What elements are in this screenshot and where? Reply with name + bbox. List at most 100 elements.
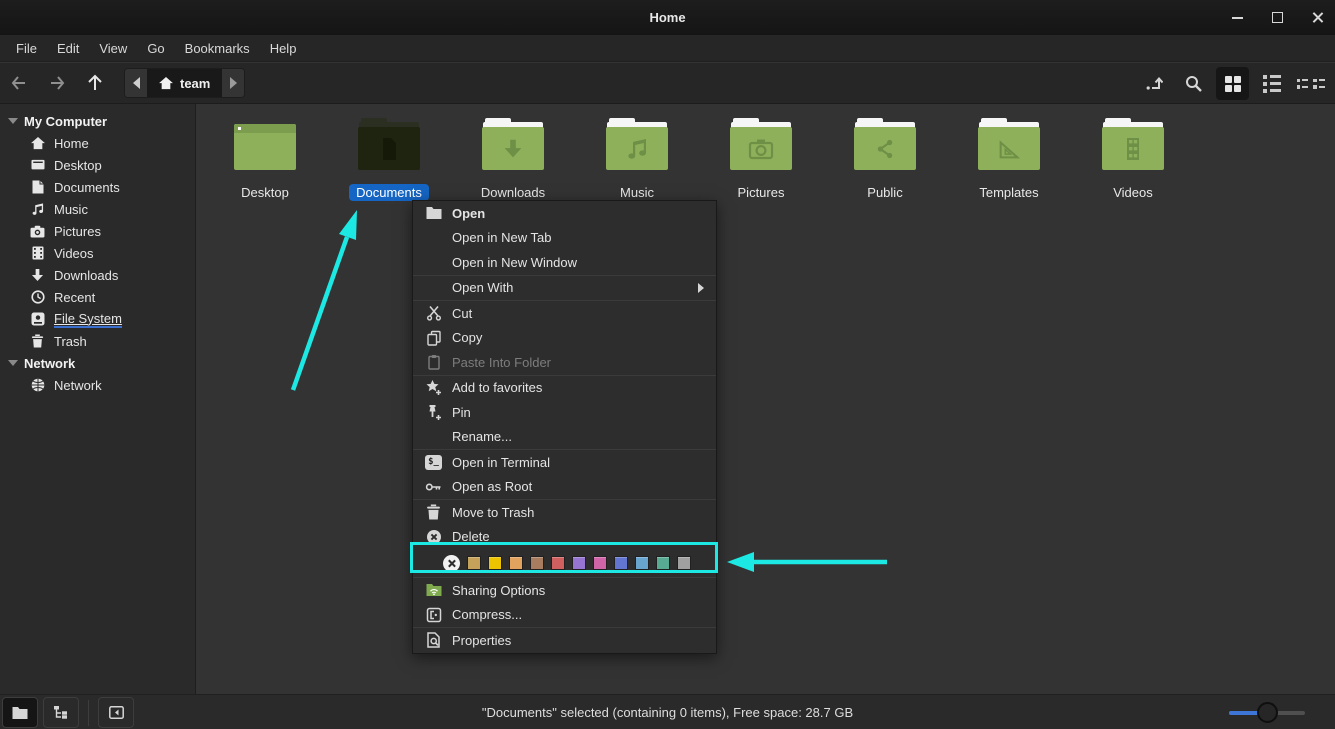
menu-item-open[interactable]: Open (413, 201, 716, 226)
toggle-location-entry-button[interactable] (1138, 67, 1171, 100)
menu-item-rename[interactable]: Rename... (413, 425, 716, 450)
sidebar-section-network[interactable]: Network (0, 352, 195, 374)
show-places-button[interactable] (2, 697, 38, 728)
places-folder-icon (12, 706, 28, 719)
close-button[interactable] (1305, 6, 1329, 30)
terminal-icon: $_ (425, 454, 442, 470)
sidebar-section-my-computer[interactable]: My Computer (0, 110, 195, 132)
menu-item-add-to-favorites[interactable]: Add to favorites (413, 376, 716, 401)
delete-circle-icon (425, 528, 442, 545)
menu-item-cut[interactable]: Cut (413, 301, 716, 326)
color-swatch[interactable] (593, 556, 607, 570)
folder-videos[interactable]: Videos (1071, 118, 1195, 201)
folder-desktop[interactable]: Desktop (203, 118, 327, 201)
context-menu: Open Open in New Tab Open in New Window … (412, 200, 717, 654)
compact-view-button[interactable] (1294, 67, 1327, 100)
sidebar-item-recent[interactable]: Recent (0, 286, 195, 308)
show-treeview-button[interactable] (43, 697, 79, 728)
trash-icon (30, 334, 45, 349)
color-swatch[interactable] (530, 556, 544, 570)
menu-item-pin[interactable]: Pin (413, 400, 716, 425)
forward-button[interactable] (38, 67, 76, 99)
music-folder-icon (606, 118, 668, 170)
home-icon (30, 136, 45, 151)
sidebar-item-pictures[interactable]: Pictures (0, 220, 195, 242)
back-button[interactable] (0, 67, 38, 99)
forward-arrow-icon (51, 76, 65, 90)
sidebar-item-network[interactable]: Network (0, 374, 195, 396)
breadcrumb-left-button[interactable] (125, 69, 147, 97)
sidebar-item-home[interactable]: Home (0, 132, 195, 154)
sidebar-item-desktop[interactable]: Desktop (0, 154, 195, 176)
zoom-slider-knob[interactable] (1257, 702, 1278, 723)
sidebar-item-videos[interactable]: Videos (0, 242, 195, 264)
menu-bookmarks[interactable]: Bookmarks (175, 37, 260, 60)
folder-public[interactable]: Public (823, 118, 947, 201)
color-swatch[interactable] (656, 556, 670, 570)
location-entry-icon (1146, 76, 1163, 90)
menu-item-delete[interactable]: Delete (413, 525, 716, 550)
maximize-button[interactable] (1265, 6, 1289, 30)
menu-item-compress[interactable]: Compress... (413, 603, 716, 628)
menu-item-open-in-new-tab[interactable]: Open in New Tab (413, 226, 716, 251)
clear-color-button[interactable] (443, 554, 460, 572)
color-swatch[interactable] (572, 556, 586, 570)
menu-view[interactable]: View (89, 37, 137, 60)
color-swatch[interactable] (509, 556, 523, 570)
folder-downloads[interactable]: Downloads (451, 118, 575, 201)
breadcrumb-right-button[interactable] (222, 69, 245, 97)
close-icon (1311, 11, 1324, 24)
color-swatch[interactable] (635, 556, 649, 570)
sidebar-item-trash[interactable]: Trash (0, 330, 195, 352)
expander-icon[interactable] (8, 360, 18, 366)
menu-item-open-with[interactable]: Open With (413, 276, 716, 301)
icon-view-button[interactable] (1216, 67, 1249, 100)
up-button[interactable] (76, 67, 114, 99)
menu-item-open-as-root[interactable]: Open as Root (413, 475, 716, 500)
camera-icon (30, 224, 45, 239)
disk-icon (30, 312, 45, 327)
menu-help[interactable]: Help (260, 37, 307, 60)
color-swatch[interactable] (614, 556, 628, 570)
status-bar: "Documents" selected (containing 0 items… (0, 694, 1335, 729)
breadcrumb-segment-team[interactable]: team (147, 69, 223, 97)
folder-documents[interactable]: Documents (327, 118, 451, 201)
color-swatch[interactable] (551, 556, 565, 570)
sidebar-item-documents[interactable]: Documents (0, 176, 195, 198)
menu-item-move-to-trash[interactable]: Move to Trash (413, 500, 716, 525)
list-view-button[interactable] (1255, 67, 1288, 100)
folder-templates[interactable]: Templates (947, 118, 1071, 201)
menu-file[interactable]: File (6, 37, 47, 60)
menu-item-properties[interactable]: Properties (413, 628, 716, 653)
title-bar[interactable]: Home (0, 0, 1335, 35)
up-arrow-icon (88, 74, 102, 90)
search-button[interactable] (1177, 67, 1210, 100)
color-swatch[interactable] (488, 556, 502, 570)
folder-music[interactable]: Music (575, 118, 699, 201)
minimize-button[interactable] (1225, 6, 1249, 30)
sharing-folder-icon (425, 582, 442, 599)
menu-item-copy[interactable]: Copy (413, 326, 716, 351)
expander-icon[interactable] (8, 118, 18, 124)
menu-go[interactable]: Go (137, 37, 174, 60)
toggle-side-pane-button[interactable] (98, 697, 134, 728)
compact-view-icon (1297, 79, 1325, 89)
color-swatch[interactable] (467, 556, 481, 570)
key-icon (425, 478, 442, 495)
music-note-icon (30, 202, 45, 217)
zoom-slider[interactable] (1229, 695, 1319, 729)
menu-item-sharing-options[interactable]: Sharing Options (413, 578, 716, 603)
folder-pictures[interactable]: Pictures (699, 118, 823, 201)
annotation-arrow-line (290, 236, 350, 391)
menu-item-open-in-new-window[interactable]: Open in New Window (413, 250, 716, 275)
minimize-icon (1231, 16, 1243, 19)
color-swatch[interactable] (677, 556, 691, 570)
menu-edit[interactable]: Edit (47, 37, 89, 60)
sidebar-item-file-system[interactable]: File System (0, 308, 195, 330)
film-icon (30, 246, 45, 261)
menu-item-open-in-terminal[interactable]: $_ Open in Terminal (413, 450, 716, 475)
sidebar-item-downloads[interactable]: Downloads (0, 264, 195, 286)
grid-view-icon (1224, 75, 1241, 92)
menu-item-paste-into-folder[interactable]: Paste Into Folder (413, 350, 716, 375)
sidebar-item-music[interactable]: Music (0, 198, 195, 220)
